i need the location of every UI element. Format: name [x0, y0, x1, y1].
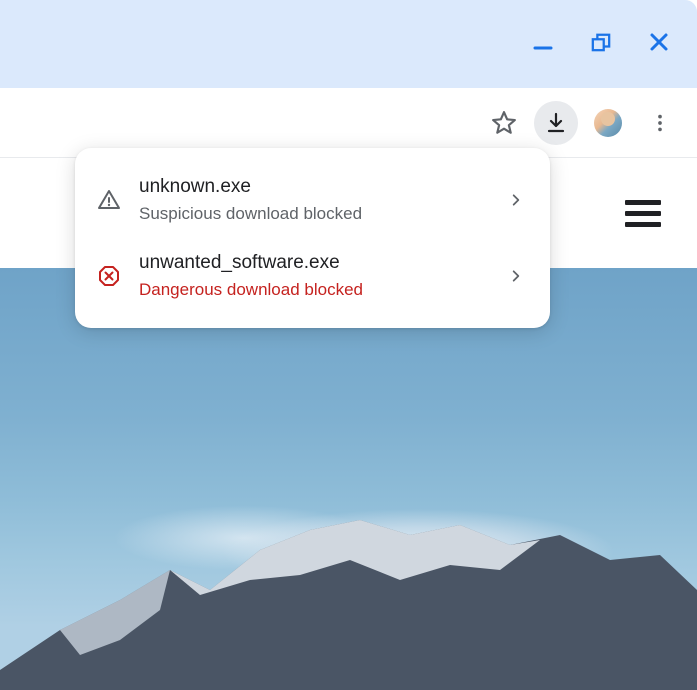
hero-image [0, 268, 697, 690]
close-button[interactable] [649, 32, 669, 52]
download-status: Suspicious download blocked [139, 201, 486, 227]
download-item-suspicious[interactable]: unknown.exe Suspicious download blocked [75, 162, 550, 238]
downloads-panel: unknown.exe Suspicious download blocked … [75, 148, 550, 328]
close-icon [649, 32, 669, 52]
expand-button[interactable] [504, 264, 528, 288]
download-filename: unwanted_software.exe [139, 250, 486, 277]
bookmark-button[interactable] [482, 101, 526, 145]
mountain-svg [0, 510, 697, 690]
profile-button[interactable] [586, 101, 630, 145]
restore-icon [591, 31, 611, 53]
chevron-right-icon [509, 193, 523, 207]
chevron-right-icon [509, 269, 523, 283]
hamburger-line [625, 200, 661, 205]
downloads-button[interactable] [534, 101, 578, 145]
avatar [594, 109, 622, 137]
kebab-icon [649, 112, 671, 134]
download-item-dangerous[interactable]: unwanted_software.exe Dangerous download… [75, 238, 550, 314]
warning-triangle-icon [97, 188, 121, 212]
download-status: Dangerous download blocked [139, 277, 486, 303]
minimize-icon [533, 32, 553, 52]
download-icon [544, 111, 568, 135]
browser-window: unknown.exe Suspicious download blocked … [0, 0, 697, 690]
restore-button[interactable] [591, 32, 611, 52]
star-icon [491, 110, 517, 136]
danger-octagon-icon [97, 264, 121, 288]
download-filename: unknown.exe [139, 174, 486, 201]
hamburger-line [625, 222, 661, 227]
menu-button[interactable] [638, 101, 682, 145]
minimize-button[interactable] [533, 32, 553, 52]
hamburger-line [625, 211, 661, 216]
page-menu-button[interactable] [625, 200, 661, 227]
window-title-bar [0, 0, 697, 88]
expand-button[interactable] [504, 188, 528, 212]
